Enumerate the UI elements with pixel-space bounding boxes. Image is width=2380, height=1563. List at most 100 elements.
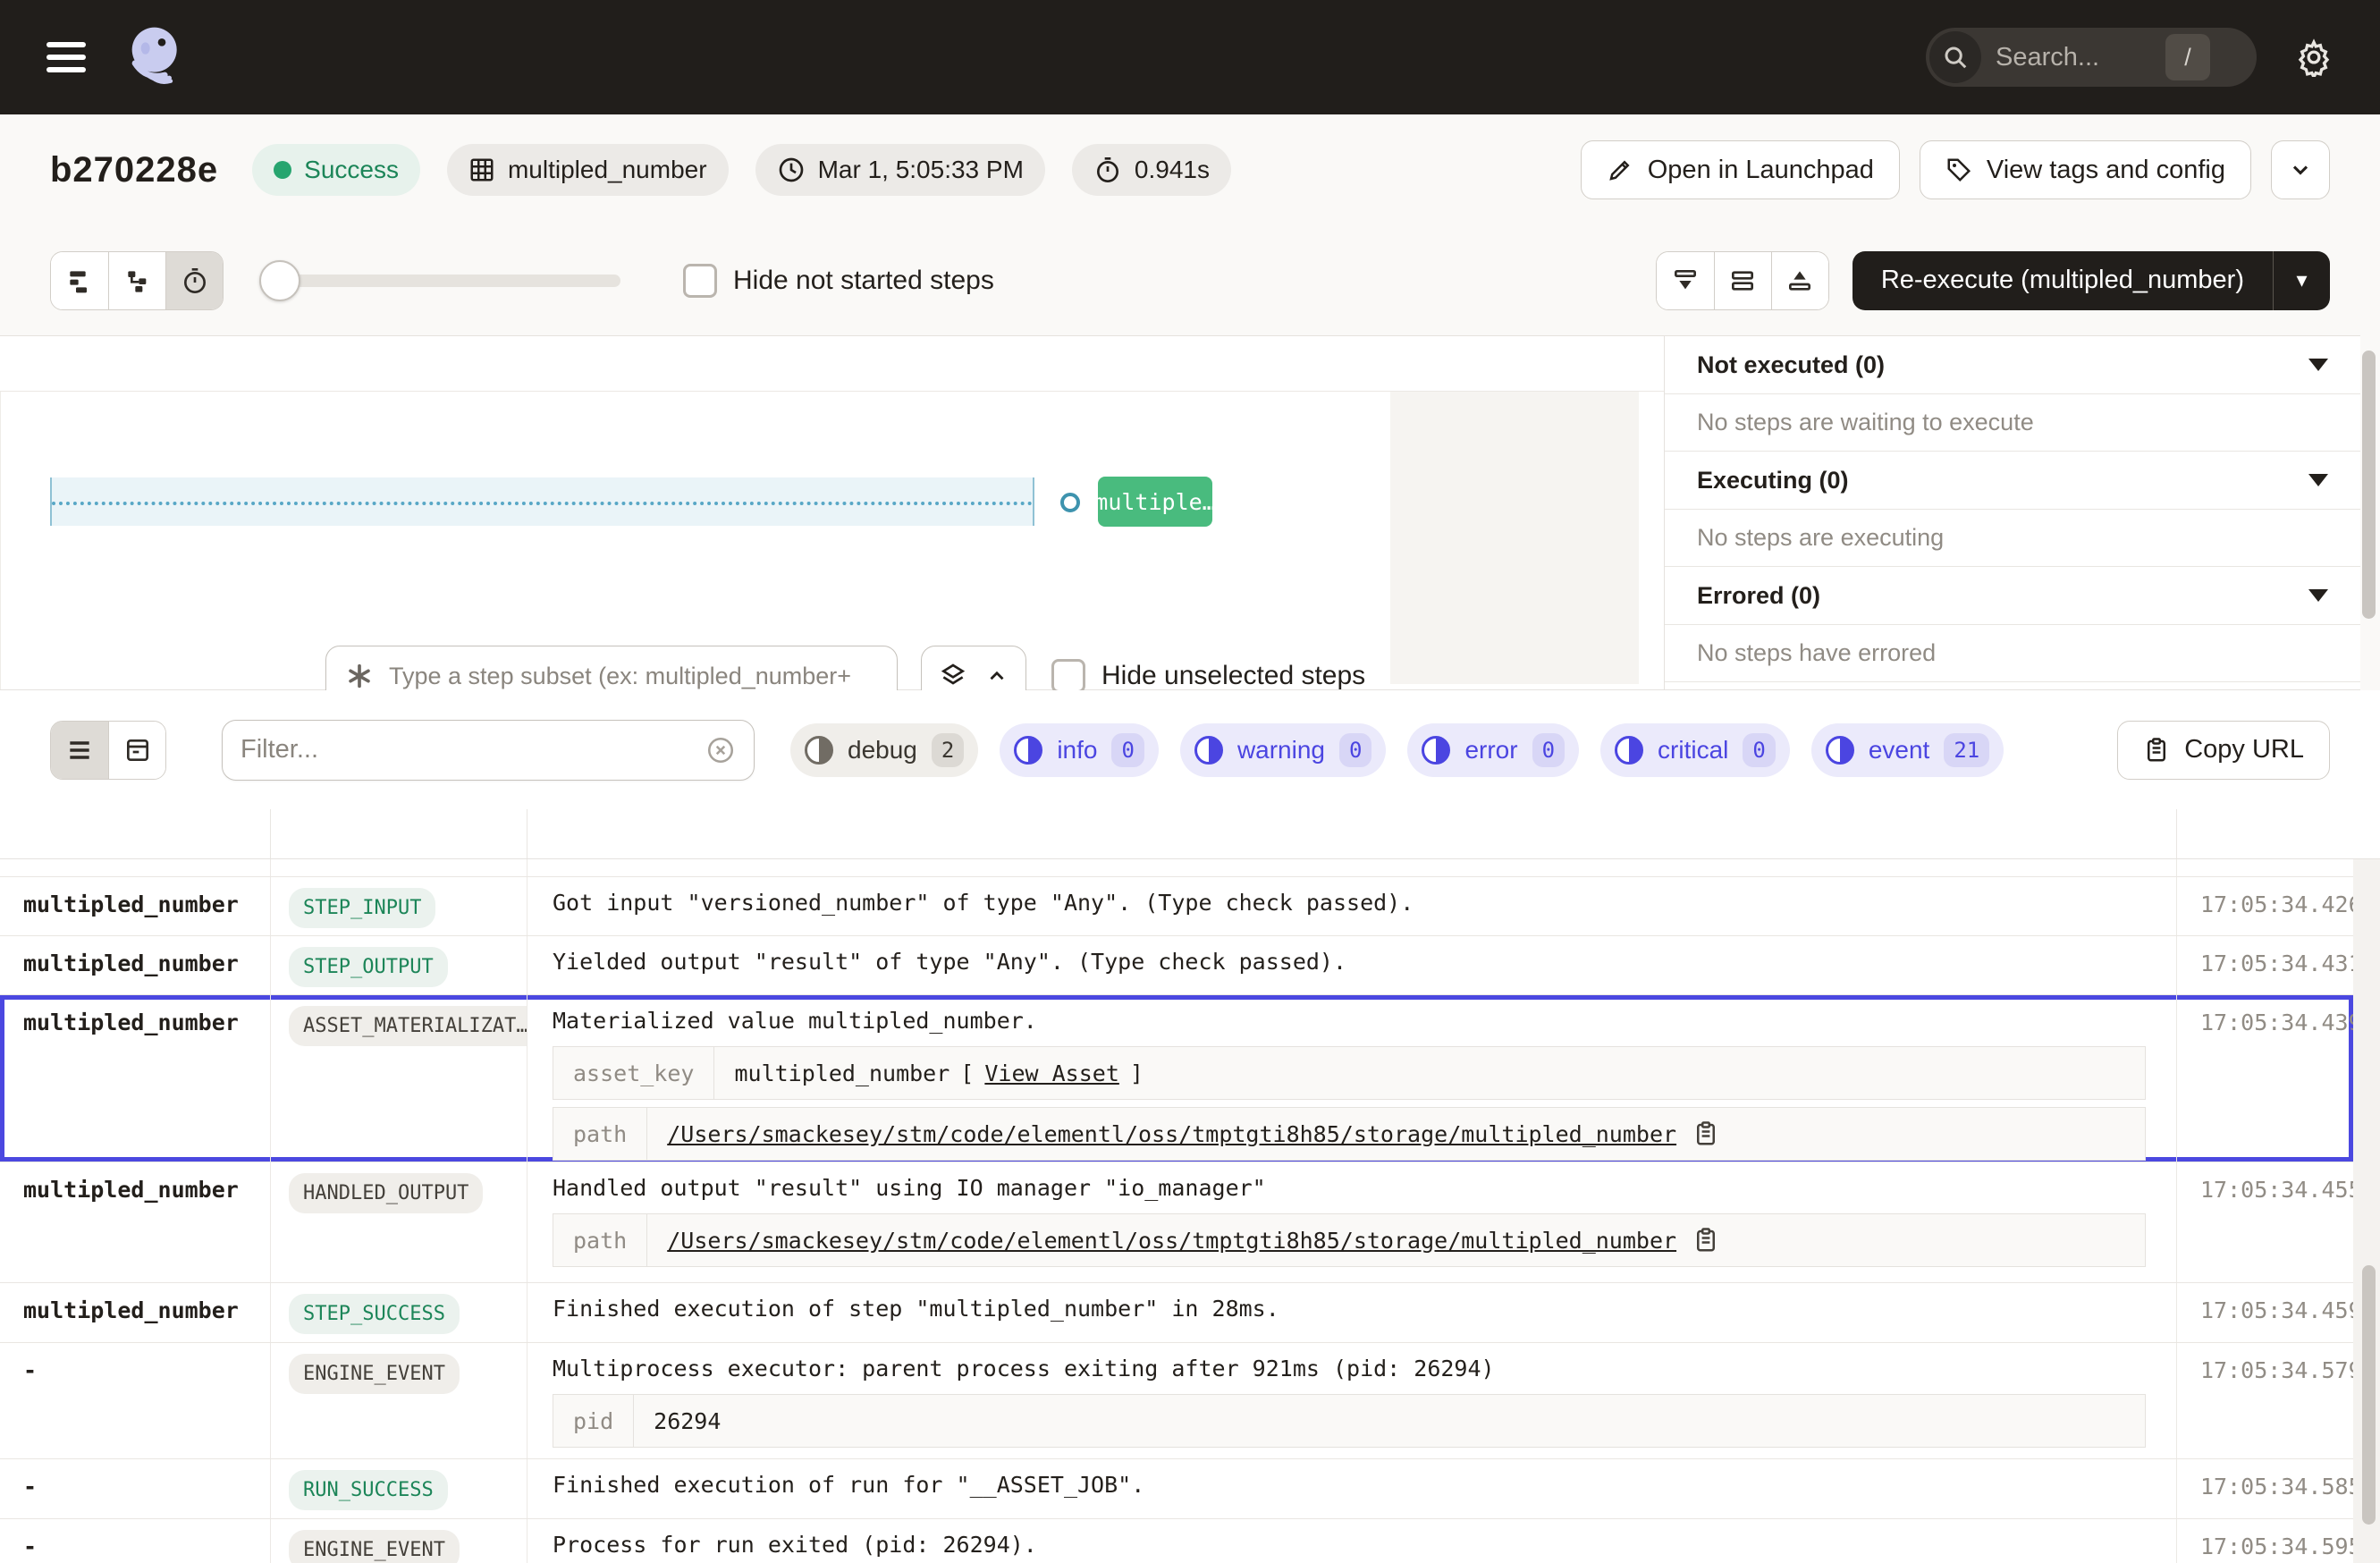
metadata-link[interactable]: View Asset (984, 1060, 1119, 1086)
view-mode-waterfall-button[interactable] (108, 252, 165, 309)
log-filter-input[interactable] (241, 735, 670, 765)
duration-chip: 0.941s (1072, 144, 1231, 196)
log-level-count-badge: 2 (932, 733, 964, 767)
view-tags-config-button[interactable]: View tags and config (1920, 140, 2251, 199)
reexecute-dropdown-caret[interactable]: ▾ (2273, 251, 2330, 310)
toggle-knob-icon (1826, 736, 1854, 765)
log-table-row[interactable]: - RUN_SUCCESS Finished execution of run … (0, 1459, 2353, 1519)
job-name-chip[interactable]: multipled_number (447, 144, 729, 196)
log-timestamp-cell: 17:05:34.439 (2177, 995, 2353, 1162)
step-status-section-header[interactable]: Not executed (0) (1665, 336, 2360, 394)
run-status-badge[interactable]: Success (252, 144, 420, 196)
log-timestamp-cell: 17:05:34.595 (2177, 1519, 2353, 1563)
dagster-logo[interactable] (122, 21, 193, 93)
log-event-type-cell: RUN_SUCCESS (271, 1459, 527, 1518)
gantt-step-box[interactable]: multiple… (1098, 477, 1212, 527)
run-actions-chevron-button[interactable] (2271, 140, 2330, 199)
log-scrollbar-thumb[interactable] (2362, 1265, 2376, 1525)
log-table-row[interactable]: - ENGINE_EVENT Process for run exited (p… (0, 1519, 2353, 1563)
log-level-toggle[interactable]: critical 0 (1600, 723, 1790, 777)
log-event-type-cell: ENGINE_EVENT (271, 1519, 527, 1563)
section-caret-icon (2308, 359, 2328, 371)
section-caret-icon (2308, 589, 2328, 602)
metadata-value: 26294 (634, 1395, 740, 1447)
log-table-row[interactable]: multipled_number STEP_INPUT Got input "v… (0, 877, 2353, 936)
global-search[interactable]: / (1926, 28, 2257, 87)
split-panels-button[interactable] (1714, 252, 1771, 309)
zoom-slider-handle[interactable] (259, 260, 300, 301)
metadata-entry: path/Users/smackesey/stm/code/elementl/o… (553, 1213, 2146, 1267)
copy-url-button[interactable]: Copy URL (2117, 721, 2330, 780)
step-status-section: Not executed (0) No steps are waiting to… (1665, 336, 2360, 452)
event-type-badge: HANDLED_OUTPUT (289, 1173, 483, 1213)
metadata-label: pid (553, 1395, 634, 1447)
copy-path-icon[interactable] (1692, 1227, 1719, 1254)
log-op-cell: multipled_number (0, 995, 271, 1162)
gantt-time-axis (0, 336, 1664, 392)
hide-not-started-checkbox-input[interactable] (683, 264, 717, 298)
log-table-row[interactable]: multipled_number HANDLED_OUTPUT Handled … (0, 1162, 2353, 1283)
search-input[interactable] (1996, 43, 2165, 72)
zoom-slider[interactable] (263, 275, 620, 287)
log-level-count-badge: 0 (1339, 733, 1371, 767)
clock-icon (777, 156, 806, 184)
log-metadata: asset_keymultipled_number[View Asset]pat… (553, 1046, 2151, 1161)
log-table-row[interactable]: multipled_number ASSET_MATERIALIZAT… Mat… (0, 995, 2353, 1162)
expand-bottom-button[interactable] (1771, 252, 1828, 309)
run-detail-page: / b270228e Success multipled_number (0, 0, 2380, 1563)
section-caret-icon (2308, 474, 2328, 486)
step-subset-input[interactable] (389, 663, 872, 690)
run-header: b270228e Success multipled_number Mar 1,… (0, 114, 2380, 225)
copy-path-icon[interactable] (1692, 1120, 1719, 1147)
log-event-type-cell: HANDLED_OUTPUT (271, 1162, 527, 1282)
log-op-cell: - (0, 1343, 271, 1458)
start-time-chip: Mar 1, 5:05:33 PM (755, 144, 1045, 196)
log-info-text: Finished execution of step "multipled_nu… (553, 1296, 2151, 1322)
event-log-table: multipled_number STEP_INPUT Got input "v… (0, 809, 2380, 1563)
step-waiting-bar (50, 477, 1034, 526)
log-toolbar: debug 2 info 0 warning 0 error (0, 690, 2380, 809)
log-level-toggle[interactable]: warning 0 (1180, 723, 1387, 777)
log-rows: multipled_number STEP_INPUT Got input "v… (0, 877, 2353, 1563)
log-table-row[interactable]: - ENGINE_EVENT Multiprocess executor: pa… (0, 1343, 2353, 1459)
log-list-view-button[interactable] (51, 722, 108, 779)
step-status-section-header[interactable]: Executing (0) (1665, 452, 2360, 510)
log-structured-view-button[interactable] (108, 722, 165, 779)
log-info-cell: Finished execution of step "multipled_nu… (527, 1283, 2177, 1342)
log-table-row[interactable]: multipled_number STEP_OUTPUT Yielded out… (0, 936, 2353, 995)
log-event-type-cell: ASSET_MATERIALIZAT… (271, 995, 527, 1162)
view-mode-flat-button[interactable] (51, 252, 108, 309)
step-status-section-header[interactable]: Errored (0) (1665, 567, 2360, 625)
log-level-toggle[interactable]: error 0 (1407, 723, 1579, 777)
reexecute-button[interactable]: Re-execute (multipled_number) ▾ (1853, 251, 2330, 310)
log-filter-box[interactable] (222, 720, 755, 781)
log-timestamp-cell: 17:05:34.585 (2177, 1459, 2353, 1518)
metadata-link[interactable]: /Users/smackesey/stm/code/elementl/oss/t… (667, 1228, 1676, 1254)
step-status-panel: Not executed (0) No steps are waiting to… (1664, 335, 2360, 690)
metadata-link[interactable]: /Users/smackesey/stm/code/elementl/oss/t… (667, 1121, 1676, 1147)
event-type-badge: STEP_SUCCESS (289, 1294, 460, 1334)
log-level-toggle[interactable]: debug 2 (790, 723, 978, 777)
log-level-toggle[interactable]: info 0 (1000, 723, 1159, 777)
hide-unselected-checkbox[interactable]: Hide unselected steps (1051, 659, 1365, 693)
log-column-header (0, 809, 271, 858)
settings-gear-icon[interactable] (2294, 38, 2334, 77)
log-info-cell: Yielded output "result" of type "Any". (… (527, 936, 2177, 994)
log-level-toggle[interactable]: event 21 (1811, 723, 2004, 777)
hide-unselected-checkbox-input[interactable] (1051, 659, 1085, 693)
status-dot-icon (274, 161, 291, 179)
hide-not-started-checkbox[interactable]: Hide not started steps (683, 264, 994, 298)
run-id: b270228e (50, 150, 218, 190)
event-type-badge: ENGINE_EVENT (289, 1530, 460, 1563)
upper-scrollbar-thumb[interactable] (2362, 351, 2376, 619)
clear-filter-icon[interactable] (705, 735, 736, 765)
open-in-launchpad-button[interactable]: Open in Launchpad (1581, 140, 1900, 199)
clipboard-icon (2143, 737, 2170, 764)
log-table-row[interactable]: multipled_number STEP_SUCCESS Finished e… (0, 1283, 2353, 1343)
view-mode-timed-button[interactable] (165, 252, 223, 309)
hamburger-menu-icon[interactable] (46, 42, 86, 72)
collapse-bottom-button[interactable] (1657, 252, 1714, 309)
step-status-section: Executing (0) No steps are executing (1665, 452, 2360, 567)
log-info-text: Finished execution of run for "__ASSET_J… (553, 1472, 2151, 1498)
log-info-text: Got input "versioned_number" of type "An… (553, 890, 2151, 916)
